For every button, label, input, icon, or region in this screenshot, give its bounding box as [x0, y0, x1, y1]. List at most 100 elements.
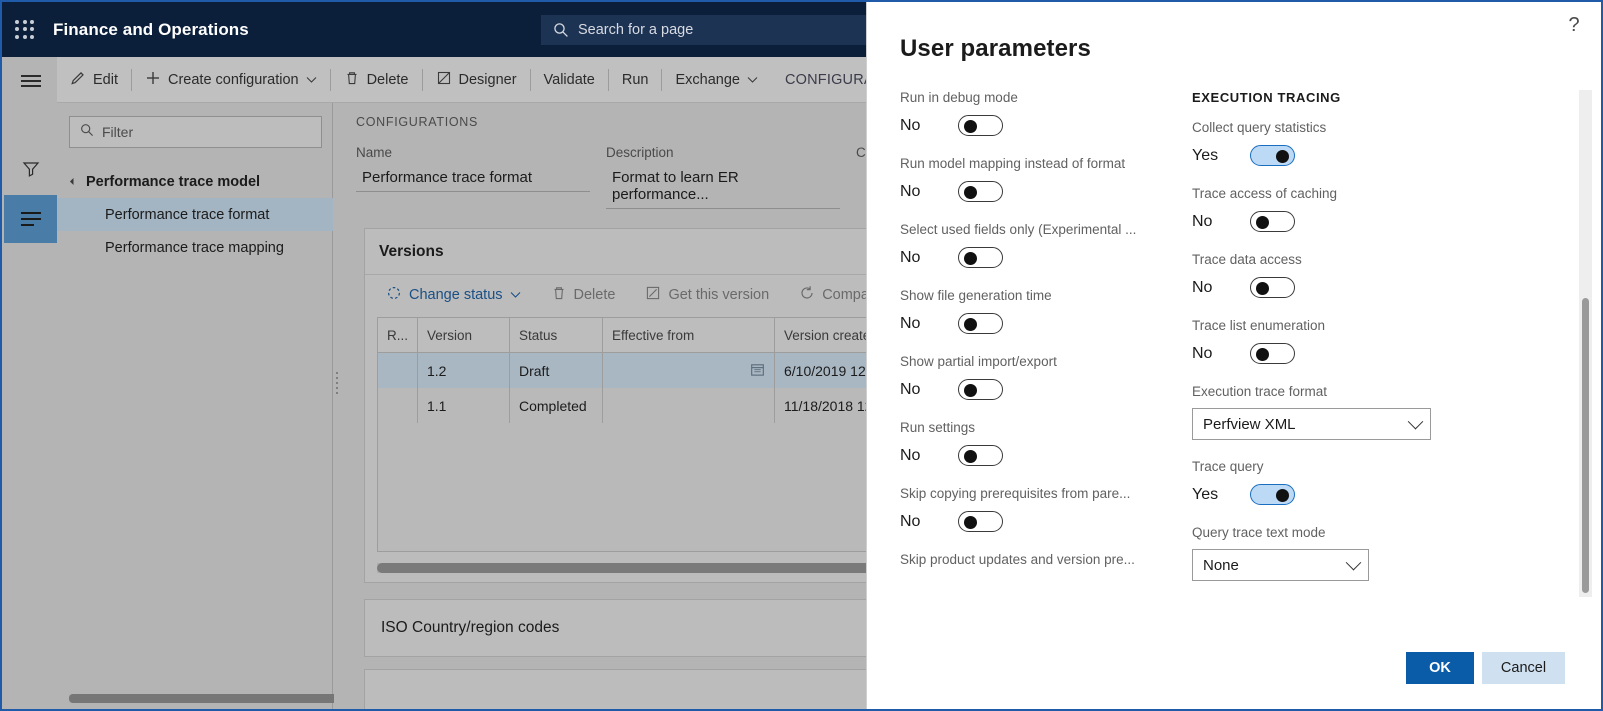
toggle-trace-list-enumeration[interactable]: [1250, 343, 1295, 364]
designer-icon: [436, 70, 452, 90]
tree-horizontal-scrollbar[interactable]: [69, 694, 367, 703]
ok-button[interactable]: OK: [1406, 652, 1474, 684]
change-status-button[interactable]: Change status: [373, 281, 534, 309]
get-this-version-label: Get this version: [668, 287, 770, 303]
search-placeholder: Search for a page: [578, 22, 694, 38]
dialog-footer: OK Cancel: [867, 629, 1601, 709]
trash-icon: [344, 70, 360, 90]
toggle-show-partial-import-export[interactable]: [958, 379, 1003, 400]
tree-node-performance-trace-model[interactable]: Performance trace model: [57, 165, 333, 198]
param-value: No: [900, 380, 921, 398]
toggle-skip-copying-prerequisites[interactable]: [958, 511, 1003, 532]
designer-button[interactable]: Designer: [423, 66, 530, 94]
param-run-in-debug-mode: Run in debug mode No: [900, 90, 1200, 137]
cell-status: Completed: [510, 388, 603, 423]
field-name-value[interactable]: Performance trace format: [356, 166, 590, 192]
param-label: Execution trace format: [1192, 384, 1328, 399]
dialog-title: User parameters: [900, 35, 1091, 62]
toggle-show-file-generation-time[interactable]: [958, 313, 1003, 334]
column-header-status[interactable]: Status: [510, 318, 603, 352]
param-trace-access-of-caching: Trace access of caching No: [1192, 186, 1502, 233]
param-value: Yes: [1192, 485, 1219, 503]
param-value: No: [1192, 212, 1213, 230]
get-this-version-button[interactable]: Get this version: [632, 281, 782, 309]
select-value: None: [1203, 556, 1239, 574]
select-query-trace-text-mode[interactable]: None: [1192, 549, 1369, 581]
exchange-label: Exchange: [675, 71, 740, 88]
exchange-button[interactable]: Exchange: [662, 66, 771, 94]
column-header-effective-from[interactable]: Effective from: [603, 318, 775, 352]
toggle-run-settings[interactable]: [958, 445, 1003, 466]
param-show-partial-import-export: Show partial import/export No: [900, 354, 1200, 401]
toggle-run-model-mapping[interactable]: [958, 181, 1003, 202]
run-button[interactable]: Run: [609, 66, 662, 94]
param-execution-trace-format: Execution trace format Perfview XML: [1192, 384, 1502, 440]
param-select-used-fields-only: Select used fields only (Experimental ..…: [900, 222, 1200, 269]
designer-label: Designer: [458, 71, 517, 88]
search-input[interactable]: Search for a page: [541, 15, 871, 45]
field-description-value[interactable]: Format to learn ER performance...: [606, 166, 840, 209]
param-label: Trace access of caching: [1192, 186, 1338, 201]
tree-node-performance-trace-mapping[interactable]: Performance trace mapping: [57, 231, 333, 264]
toggle-collect-query-statistics[interactable]: [1250, 145, 1295, 166]
param-skip-product-updates: Skip product updates and version pre...: [900, 552, 1200, 567]
compare-icon: [799, 285, 815, 305]
dialog-scrollbar-track[interactable]: [1579, 90, 1592, 597]
navigation-tree-pane: Filter Performance trace model Performan…: [57, 103, 367, 709]
param-value: No: [1192, 278, 1213, 296]
column-header-version[interactable]: Version: [418, 318, 510, 352]
app-launcher-icon[interactable]: [13, 18, 37, 42]
list-view-icon[interactable]: [4, 195, 57, 243]
app-title: Finance and Operations: [53, 19, 249, 39]
toggle-trace-data-access[interactable]: [1250, 277, 1295, 298]
dialog-scrollbar-thumb[interactable]: [1582, 298, 1589, 593]
param-run-model-mapping-instead-of-format: Run model mapping instead of format No: [900, 156, 1200, 203]
iso-panel-title: ISO Country/region codes: [381, 619, 560, 636]
chevron-down-icon: [1407, 413, 1424, 429]
hamburger-icon[interactable]: [4, 57, 57, 105]
param-label: Trace data access: [1192, 252, 1302, 267]
filter-funnel-icon[interactable]: [4, 145, 57, 193]
search-icon: [553, 22, 569, 38]
param-value: No: [900, 512, 921, 530]
select-execution-trace-format[interactable]: Perfview XML: [1192, 408, 1431, 440]
application-window: Finance and Operations Search for a page…: [0, 0, 1603, 711]
create-configuration-label: Create configuration: [168, 71, 299, 88]
tree-node-performance-trace-format[interactable]: Performance trace format: [57, 198, 333, 231]
param-value: No: [900, 116, 921, 134]
create-configuration-button[interactable]: Create configuration: [132, 66, 330, 94]
pencil-icon: [70, 70, 86, 90]
validate-label: Validate: [543, 71, 595, 88]
validate-button[interactable]: Validate: [531, 66, 608, 94]
toggle-trace-query[interactable]: [1250, 484, 1295, 505]
filter-input[interactable]: Filter: [69, 116, 322, 148]
triangle-expanded-icon[interactable]: [69, 177, 78, 186]
param-label: Skip product updates and version pre...: [900, 552, 1135, 567]
delete-button[interactable]: Delete: [331, 66, 422, 94]
param-label: Show partial import/export: [900, 354, 1057, 369]
dialog-body: Run in debug mode No Run model mapping i…: [867, 90, 1601, 600]
tree-child-label: Performance trace mapping: [105, 239, 284, 256]
toggle-trace-access-of-caching[interactable]: [1250, 211, 1295, 232]
versions-delete-button[interactable]: Delete: [538, 281, 629, 309]
cancel-button[interactable]: Cancel: [1482, 652, 1565, 684]
delete-label: Delete: [366, 71, 409, 88]
param-value: No: [900, 182, 921, 200]
param-label: Trace list enumeration: [1192, 318, 1326, 333]
cell-version: 1.1: [418, 388, 510, 423]
param-trace-query: Trace query Yes: [1192, 459, 1502, 506]
edit-button[interactable]: Edit: [57, 66, 131, 94]
column-header-r[interactable]: R...: [378, 318, 418, 352]
pane-splitter-handle[interactable]: [334, 353, 340, 413]
cell-effective-from[interactable]: [603, 353, 775, 388]
param-query-trace-text-mode: Query trace text mode None: [1192, 525, 1502, 581]
calendar-icon[interactable]: [750, 362, 765, 380]
left-icon-rail: [4, 57, 57, 709]
toggle-select-used-fields-only[interactable]: [958, 247, 1003, 268]
field-name: Name Performance trace format: [356, 145, 590, 192]
trash-icon: [551, 285, 567, 305]
help-icon[interactable]: ?: [1561, 12, 1587, 38]
param-label: Run in debug mode: [900, 90, 1018, 105]
toggle-run-in-debug-mode[interactable]: [958, 115, 1003, 136]
param-collect-query-statistics: Collect query statistics Yes: [1192, 120, 1502, 167]
